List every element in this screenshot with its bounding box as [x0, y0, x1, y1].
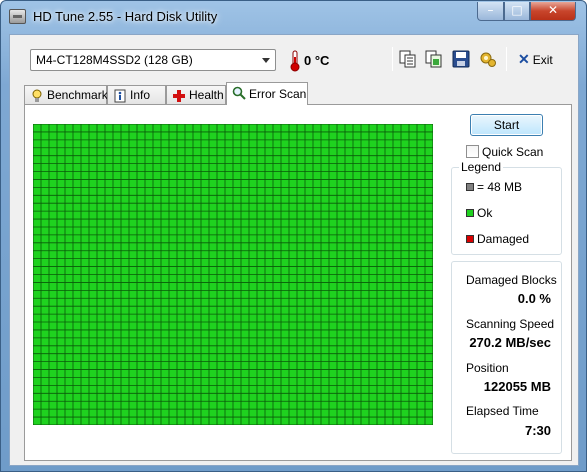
- toolbar-separator: [392, 47, 393, 71]
- chevron-down-icon: [262, 58, 270, 63]
- close-icon: ✕: [518, 51, 530, 67]
- tab-label: Info: [130, 88, 151, 102]
- quick-scan-label: Quick Scan: [482, 145, 544, 159]
- copy-text-icon[interactable]: [399, 50, 417, 68]
- toolbar-separator: [506, 47, 507, 71]
- scanning-speed-label: Scanning Speed: [466, 317, 555, 331]
- legend-label: Damaged: [477, 232, 530, 246]
- exit-label: Exit: [532, 53, 553, 67]
- title-bar[interactable]: HD Tune 2.55 - Hard Disk Utility – □ ✕: [1, 1, 586, 33]
- position-label: Position: [466, 361, 509, 375]
- copy-image-icon[interactable]: [425, 50, 443, 68]
- grey-swatch-icon: [466, 183, 474, 191]
- scan-statistics: Damaged Blocks 0.0 % Scanning Speed 270.…: [451, 261, 562, 454]
- client-area: M4-CT128M4SSD2 (128 GB) 0 °C ✕ Exit Benc…: [9, 34, 579, 466]
- toolbar: M4-CT128M4SSD2 (128 GB) 0 °C ✕ Exit: [10, 35, 578, 79]
- red-swatch-icon: [466, 235, 474, 243]
- app-window: HD Tune 2.55 - Hard Disk Utility – □ ✕ M…: [0, 0, 587, 472]
- tab-label: Benchmark: [47, 88, 108, 102]
- close-button[interactable]: ✕: [530, 2, 576, 21]
- temperature-readout: 0 °C: [304, 53, 330, 68]
- position-value: 122055 MB: [483, 379, 551, 394]
- info-icon: [114, 89, 126, 103]
- scanning-speed-value: 270.2 MB/sec: [469, 335, 551, 350]
- legend-title: Legend: [459, 160, 504, 174]
- quick-scan-option[interactable]: Quick Scan: [466, 145, 543, 159]
- tab-label: Error Scan: [249, 87, 307, 101]
- tab-health[interactable]: Health: [166, 85, 226, 105]
- error-scan-panel: Start Quick Scan Legend = 48 MB Ok Damag…: [24, 104, 572, 461]
- legend-item-ok: Ok: [466, 206, 492, 220]
- health-icon: [173, 90, 185, 102]
- green-swatch-icon: [466, 209, 474, 217]
- tab-benchmark[interactable]: Benchmark: [24, 85, 108, 105]
- window-title: HD Tune 2.55 - Hard Disk Utility: [33, 9, 218, 24]
- elapsed-time-value: 7:30: [524, 423, 551, 438]
- drive-select[interactable]: M4-CT128M4SSD2 (128 GB): [30, 49, 276, 71]
- benchmark-icon: [32, 89, 42, 102]
- legend-group: Legend = 48 MB Ok Damaged: [451, 160, 562, 255]
- quick-scan-checkbox[interactable]: [466, 145, 479, 158]
- legend-item-block-size: = 48 MB: [466, 180, 522, 194]
- damaged-blocks-value: 0.0 %: [517, 291, 551, 306]
- magnifier-icon: [232, 86, 246, 100]
- damaged-blocks-label: Damaged Blocks: [466, 273, 557, 287]
- tab-label: Health: [189, 88, 224, 102]
- save-icon[interactable]: [452, 50, 470, 68]
- legend-label: Ok: [477, 206, 493, 220]
- maximize-button[interactable]: □: [504, 2, 530, 21]
- legend-label: = 48 MB: [477, 180, 523, 194]
- thermometer-icon: [290, 50, 300, 72]
- hard-disk-icon[interactable]: [9, 9, 26, 24]
- block-map: [33, 124, 433, 425]
- tab-error-scan[interactable]: Error Scan: [226, 82, 308, 105]
- elapsed-time-label: Elapsed Time: [466, 404, 539, 418]
- options-icon[interactable]: [479, 50, 497, 68]
- start-button[interactable]: Start: [470, 114, 543, 136]
- exit-button[interactable]: ✕ Exit: [518, 51, 553, 68]
- tab-info[interactable]: Info: [107, 85, 166, 105]
- minimize-button[interactable]: –: [477, 2, 504, 21]
- drive-select-value: M4-CT128M4SSD2 (128 GB): [36, 53, 193, 67]
- legend-item-damaged: Damaged: [466, 232, 529, 246]
